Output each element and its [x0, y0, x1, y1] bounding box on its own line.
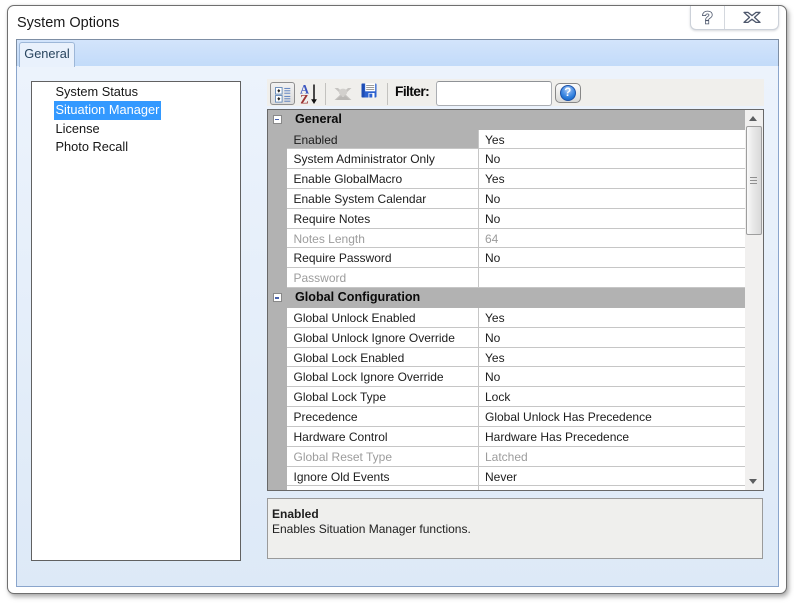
svg-text:Z: Z: [300, 92, 308, 105]
svg-text:?: ?: [702, 8, 713, 28]
